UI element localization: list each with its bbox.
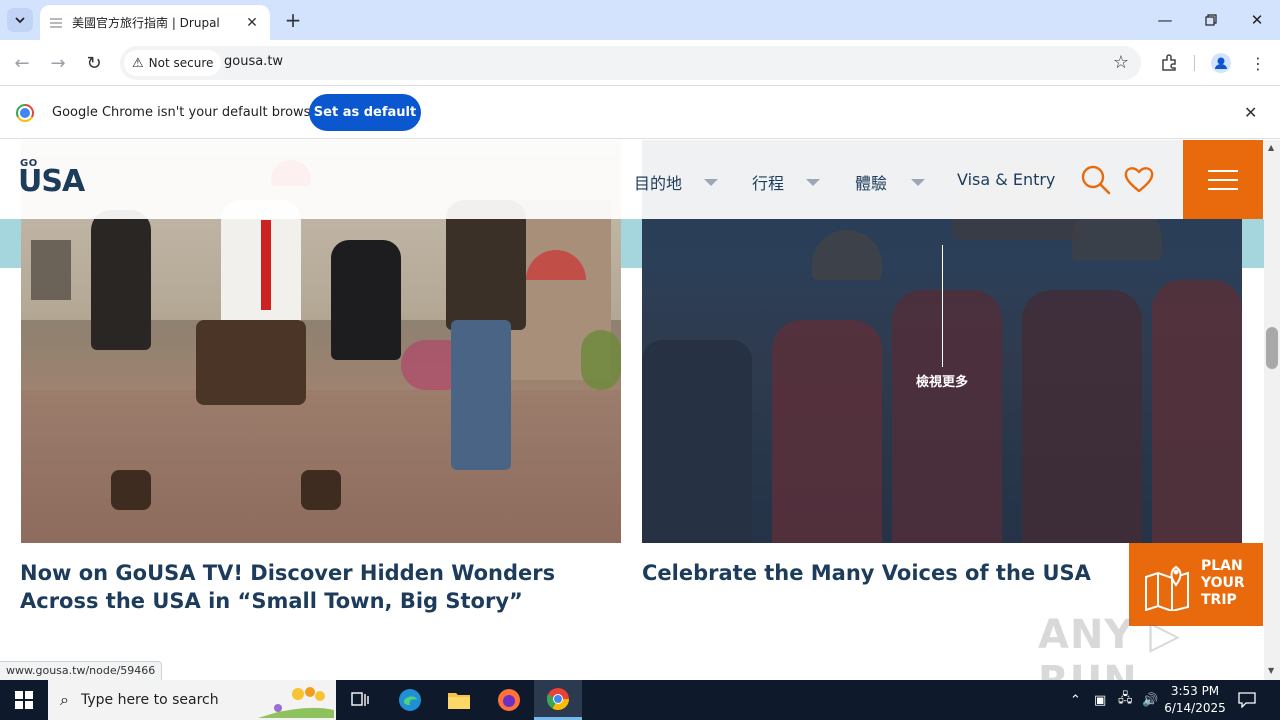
folder-icon xyxy=(448,693,470,709)
menu-kebab-icon[interactable]: ⋮ xyxy=(1247,52,1269,74)
chevron-down-icon xyxy=(15,17,25,24)
toolbar-separator xyxy=(1194,55,1195,71)
task-view-button[interactable] xyxy=(336,680,384,720)
chrome-taskbar-button[interactable] xyxy=(534,680,582,720)
firefox-icon xyxy=(498,689,520,711)
windows-taskbar: ⌕ Type here to search ⌃ ▣ 🖧 🔊 3:53 PM 6/… xyxy=(0,680,1280,720)
infobar-message: Google Chrome isn't your default browser xyxy=(52,105,324,120)
caret-down-icon xyxy=(704,178,719,186)
view-more-link[interactable]: 檢視更多 xyxy=(900,371,984,390)
taskbar-clock[interactable]: 3:53 PM 6/14/2025 xyxy=(1160,683,1230,717)
nav-destinations-label: 目的地 xyxy=(634,174,683,193)
restore-button[interactable] xyxy=(1188,0,1234,40)
set-as-default-button[interactable]: Set as default xyxy=(309,94,421,131)
map-pin-icon xyxy=(1145,565,1189,611)
caret-down-icon xyxy=(911,178,926,186)
clock-date: 6/14/2025 xyxy=(1164,701,1226,715)
start-button[interactable] xyxy=(0,680,48,720)
site-header: GO USA 目的地 行程 體驗 Visa & Entry xyxy=(0,140,1264,219)
tab-search-button[interactable] xyxy=(7,8,33,32)
card-title-small-town[interactable]: Now on GoUSA TV! Discover Hidden Wonders… xyxy=(20,559,620,615)
close-tab-icon[interactable]: ✕ xyxy=(244,15,260,31)
tab-strip: 美國官方旅行指南 | Drupal ✕ + — ✕ xyxy=(0,0,1280,40)
tab-title: 美國官方旅行指南 | Drupal xyxy=(72,16,220,30)
nav-itineraries-label: 行程 xyxy=(752,174,785,193)
plan-trip-line1: PLAN xyxy=(1201,558,1243,574)
nav-visa-entry-label: Visa & Entry xyxy=(957,170,1056,189)
view-more-line xyxy=(942,245,943,367)
heart-icon[interactable] xyxy=(1123,164,1155,196)
hamburger-menu-button[interactable] xyxy=(1183,140,1263,219)
browser-tab[interactable]: 美國官方旅行指南 | Drupal ✕ xyxy=(40,5,270,40)
logo-usa-text[interactable]: USA xyxy=(18,164,85,199)
taskbar-search-box[interactable]: ⌕ Type here to search xyxy=(48,680,336,720)
forward-button[interactable]: → xyxy=(45,50,71,76)
restore-icon xyxy=(1205,14,1217,26)
plan-trip-line2: YOUR xyxy=(1201,575,1245,591)
caret-down-icon xyxy=(806,178,821,186)
card-title-many-voices[interactable]: Celebrate the Many Voices of the USA xyxy=(642,559,1112,587)
clock-time: 3:53 PM xyxy=(1170,684,1220,698)
scrollbar-thumb[interactable] xyxy=(1266,327,1278,369)
device-icon[interactable]: ▣ xyxy=(1094,680,1106,720)
security-label: Not secure xyxy=(148,56,214,70)
browser-toolbar: ← → ↻ ⚠ Not secure gousa.tw ☆ ⋮ xyxy=(0,40,1280,86)
file-explorer-taskbar-button[interactable] xyxy=(435,680,483,720)
notifications-icon[interactable] xyxy=(1238,680,1256,720)
nav-experiences-label: 體驗 xyxy=(855,174,888,193)
plan-trip-label: PLAN YOUR TRIP xyxy=(1201,558,1245,609)
close-window-button[interactable]: ✕ xyxy=(1234,0,1280,40)
security-chip[interactable]: ⚠ Not secure xyxy=(124,50,222,76)
status-bar-url: www.gousa.tw/node/59466 xyxy=(0,661,163,680)
scroll-up-icon[interactable]: ▲ xyxy=(1268,143,1274,152)
nav-destinations[interactable]: 目的地 xyxy=(634,170,719,194)
extensions-icon[interactable] xyxy=(1158,52,1180,74)
chrome-icon xyxy=(546,687,569,710)
page-viewport: 檢視更多 Now on GoUSA TV! Discover Hidden Wo… xyxy=(0,140,1264,680)
minimize-button[interactable]: — xyxy=(1142,0,1188,40)
page-scrollbar[interactable]: ▲ ▼ xyxy=(1264,140,1280,680)
reload-button[interactable]: ↻ xyxy=(81,50,107,76)
url-text[interactable]: gousa.tw xyxy=(224,54,283,69)
chrome-logo-icon xyxy=(16,104,34,122)
windows-logo-icon xyxy=(15,691,33,709)
edge-icon xyxy=(399,689,421,711)
warning-icon: ⚠ xyxy=(132,55,144,71)
show-hidden-icons[interactable]: ⌃ xyxy=(1070,680,1081,720)
default-browser-infobar: Google Chrome isn't your default browser… xyxy=(0,87,1280,139)
edge-taskbar-button[interactable] xyxy=(386,680,434,720)
close-infobar-icon[interactable]: ✕ xyxy=(1244,103,1257,122)
task-view-icon xyxy=(351,692,369,706)
firefox-taskbar-button[interactable] xyxy=(485,680,533,720)
search-icon[interactable] xyxy=(1080,164,1112,196)
new-tab-button[interactable]: + xyxy=(282,8,304,32)
volume-icon[interactable]: 🔊 xyxy=(1142,680,1158,720)
bookmark-star-icon[interactable]: ☆ xyxy=(1113,52,1129,73)
plan-trip-line3: TRIP xyxy=(1201,592,1237,608)
search-highlight-icon xyxy=(258,687,334,718)
nav-experiences[interactable]: 體驗 xyxy=(855,170,926,194)
back-button[interactable]: ← xyxy=(9,50,35,76)
site-favicon-icon xyxy=(50,17,62,28)
taskbar-search-placeholder: Type here to search xyxy=(80,692,219,708)
nav-visa-entry[interactable]: Visa & Entry xyxy=(957,170,1055,189)
search-icon: ⌕ xyxy=(60,690,69,709)
nav-itineraries[interactable]: 行程 xyxy=(752,170,821,194)
network-icon[interactable]: 🖧 xyxy=(1118,680,1133,720)
address-bar[interactable]: ⚠ Not secure gousa.tw ☆ xyxy=(120,46,1141,80)
profile-avatar-icon[interactable] xyxy=(1210,52,1232,74)
